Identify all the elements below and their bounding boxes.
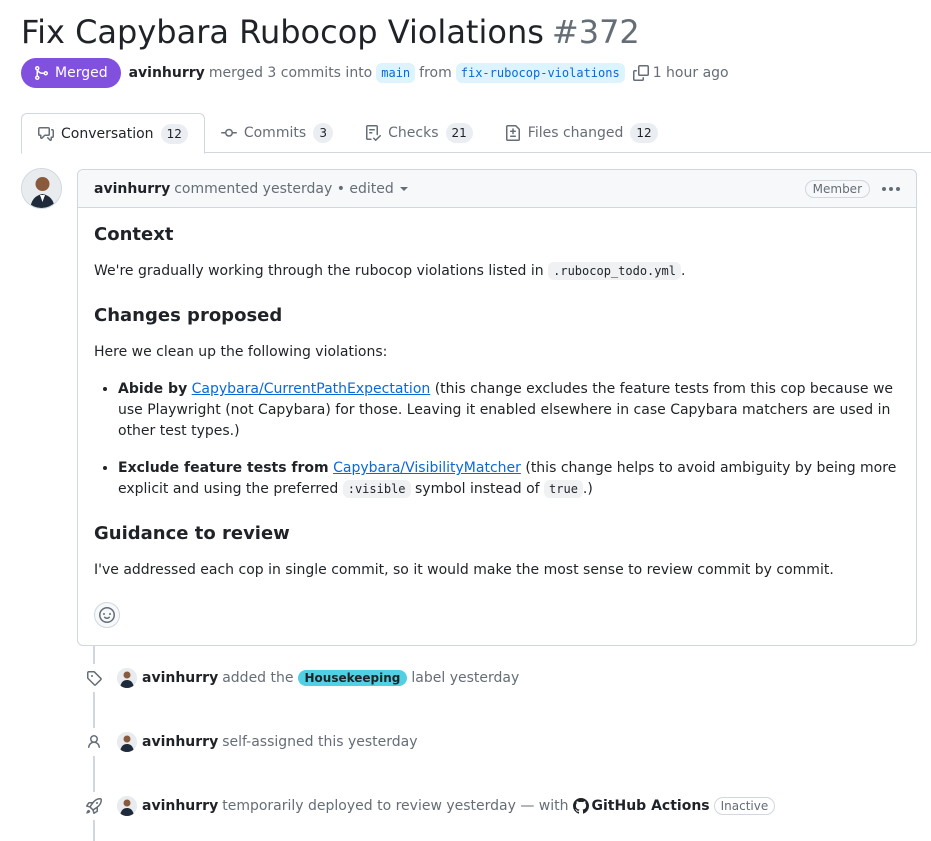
bullet-bold: Abide by — [118, 381, 188, 397]
housekeeping-label[interactable]: Housekeeping — [297, 670, 408, 686]
author-avatar[interactable] — [21, 168, 62, 209]
inactive-badge: Inactive — [713, 797, 776, 815]
rubocop-todo-code: .rubocop_todo.yml — [548, 262, 681, 280]
pr-author-link[interactable]: avinhurry — [129, 65, 205, 81]
timeline-author-link[interactable]: avinhurry — [142, 734, 218, 750]
changes-heading: Changes proposed — [94, 305, 283, 326]
copy-icon[interactable] — [632, 65, 649, 81]
pr-title-text: Fix Capybara Rubocop Violations — [21, 13, 544, 51]
timeline-author-link[interactable]: avinhurry — [142, 798, 218, 814]
context-heading: Context — [94, 224, 174, 245]
member-badge: Member — [804, 179, 870, 198]
comment-header: avinhurry commented yesterday • edited M… — [78, 170, 916, 208]
comment-author-link[interactable]: avinhurry — [94, 181, 170, 197]
avatar[interactable] — [117, 668, 137, 688]
visibility-matcher-link[interactable]: Capybara/VisibilityMatcher — [333, 460, 521, 476]
pr-number: #372 — [551, 13, 640, 51]
timeline-text: temporarily deployed to review yesterday… — [222, 798, 569, 814]
bullet-end: .) — [582, 481, 593, 497]
chevron-down-icon[interactable] — [399, 186, 408, 191]
checklist-icon — [366, 125, 382, 141]
merged-status-badge: Merged — [21, 58, 121, 88]
true-code: true — [544, 480, 583, 498]
add-reaction-button[interactable] — [94, 602, 120, 628]
from-text: from — [419, 65, 452, 81]
list-item: Exclude feature tests from Capybara/Visi… — [118, 458, 900, 500]
bullet-bold: Exclude feature tests from — [118, 460, 329, 476]
timeline-author-link[interactable]: avinhurry — [142, 670, 218, 686]
avatar[interactable] — [117, 732, 137, 752]
context-text: We're gradually working through the rubo… — [94, 263, 544, 279]
comment-body: Context We're gradually working through … — [78, 208, 916, 581]
git-commit-icon — [220, 128, 237, 137]
pr-tabs: Conversation 12 Commits 3 Checks 21 File… — [21, 113, 931, 154]
pr-meta: Merged avinhurry merged 3 commits into m… — [21, 58, 729, 88]
avatar[interactable] — [117, 796, 137, 816]
context-paragraph: We're gradually working through the rubo… — [94, 261, 900, 282]
bullet-text: symbol instead of — [414, 481, 540, 497]
timeline-item-deployed: avinhurry temporarily deployed to review… — [80, 791, 776, 821]
visible-code: :visible — [342, 480, 411, 498]
tab-checks[interactable]: Checks 21 — [349, 113, 489, 153]
smiley-icon — [99, 607, 115, 623]
tab-commits[interactable]: Commits 3 — [205, 113, 349, 153]
tab-files-changed-count: 12 — [630, 123, 658, 143]
tab-conversation-label: Conversation — [61, 125, 154, 142]
tab-commits-count: 3 — [313, 123, 334, 143]
github-icon — [572, 798, 589, 814]
pr-title: Fix Capybara Rubocop Violations #372 — [21, 12, 640, 52]
tab-checks-label: Checks — [388, 125, 439, 141]
file-diff-icon — [505, 125, 520, 141]
tab-files-changed-label: Files changed — [527, 125, 624, 141]
rocket-icon — [80, 792, 108, 820]
person-icon — [80, 728, 108, 756]
merged-status-label: Merged — [55, 65, 108, 81]
git-merge-icon — [35, 66, 49, 80]
timeline-item-assigned: avinhurry self-assigned this yesterday — [80, 727, 418, 757]
github-actions-link[interactable]: GitHub Actions — [592, 798, 710, 814]
merged-text: merged 3 commits into — [208, 65, 373, 81]
tab-conversation[interactable]: Conversation 12 — [21, 113, 205, 154]
tag-icon — [80, 664, 108, 692]
timeline-text: self-assigned this yesterday — [222, 734, 418, 750]
tab-conversation-count: 12 — [160, 123, 188, 144]
merged-time: 1 hour ago — [652, 65, 729, 81]
pr-description-comment: avinhurry commented yesterday • edited M… — [77, 169, 917, 646]
list-item: Abide by Capybara/CurrentPathExpectation… — [118, 379, 900, 442]
timeline-text: label yesterday — [411, 670, 520, 686]
base-branch[interactable]: main — [376, 63, 416, 83]
kebab-menu-icon[interactable] — [882, 186, 900, 191]
guidance-text: I've addressed each cop in single commit… — [94, 562, 834, 578]
changes-intro: Here we clean up the following violation… — [94, 344, 388, 360]
violations-list: Abide by Capybara/CurrentPathExpectation… — [94, 379, 900, 500]
tab-checks-count: 21 — [445, 123, 473, 143]
guidance-heading: Guidance to review — [94, 523, 290, 544]
current-path-expectation-link[interactable]: Capybara/CurrentPathExpectation — [192, 381, 431, 397]
comment-meta[interactable]: commented yesterday • edited — [174, 181, 394, 197]
tab-files-changed[interactable]: Files changed 12 — [489, 113, 674, 153]
tab-commits-label: Commits — [243, 125, 307, 141]
timeline-text: added the — [222, 670, 294, 686]
head-branch[interactable]: fix-rubocop-violations — [455, 63, 625, 83]
comment-discussion-icon — [38, 126, 54, 141]
timeline-item-labeled: avinhurry added the Housekeeping label y… — [80, 663, 519, 693]
context-end: . — [680, 263, 686, 279]
